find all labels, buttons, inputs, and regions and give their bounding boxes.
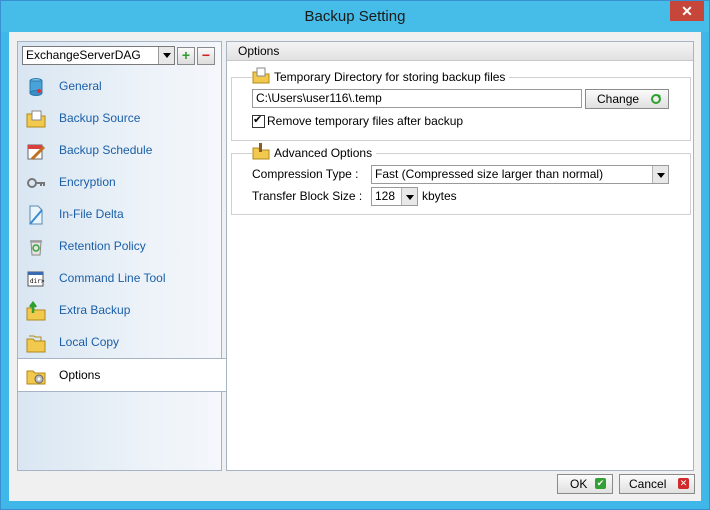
compression-type-select[interactable]: Fast (Compressed size larger than normal… xyxy=(371,165,669,184)
nav-item-local-copy[interactable]: Local Copy xyxy=(18,326,221,358)
panel-header: Options xyxy=(227,42,693,61)
nav-label: Extra Backup xyxy=(59,303,131,317)
temp-directory-title: Temporary Directory for storing backup f… xyxy=(274,70,506,84)
advanced-options-group: Advanced Options Compression Type : Fast… xyxy=(231,143,691,215)
nav-item-retention-policy[interactable]: Retention Policy xyxy=(18,230,221,262)
chevron-down-icon[interactable] xyxy=(158,47,174,64)
nav-item-backup-source[interactable]: Backup Source xyxy=(18,102,221,134)
transfer-block-size-value: 128 xyxy=(375,189,396,203)
change-directory-button[interactable]: Change xyxy=(585,89,669,109)
close-icon: ✕ xyxy=(678,478,689,489)
recycle-bin-icon xyxy=(30,240,42,256)
temp-directory-group: Temporary Directory for storing backup f… xyxy=(231,67,691,141)
temp-directory-title-wrap: Temporary Directory for storing backup f… xyxy=(252,67,510,84)
settings-nav-panel: ExchangeServerDAG + − General Backup Sou… xyxy=(17,41,227,471)
advanced-options-title: Advanced Options xyxy=(274,146,373,160)
compression-type-value: Fast (Compressed size larger than normal… xyxy=(375,167,604,181)
cancel-button[interactable]: Cancel ✕ xyxy=(619,474,695,494)
key-icon xyxy=(27,178,45,188)
refresh-icon xyxy=(651,94,661,104)
nav-item-command-line-tool[interactable]: dir> Command Line Tool xyxy=(18,262,221,294)
folder-open-icon xyxy=(252,67,270,84)
add-backup-set-button[interactable]: + xyxy=(177,47,195,65)
panel-title: Options xyxy=(238,44,280,58)
chevron-down-icon[interactable] xyxy=(401,188,417,205)
close-button[interactable]: ✕ xyxy=(670,1,704,21)
window-title: Backup Setting xyxy=(304,8,406,25)
temp-directory-path: C:\Users\user116\.temp xyxy=(256,91,382,105)
nav-item-general[interactable]: General xyxy=(18,70,221,102)
ok-button-label: OK xyxy=(570,477,588,491)
nav-label: In-File Delta xyxy=(59,207,124,221)
schedule-icon xyxy=(27,144,46,161)
nav-label: Command Line Tool xyxy=(59,271,166,285)
change-button-label: Change xyxy=(597,92,640,106)
cancel-button-label: Cancel xyxy=(629,477,667,491)
check-icon: ✔ xyxy=(595,478,606,489)
backup-set-value: ExchangeServerDAG xyxy=(26,48,141,62)
nav-label: Local Copy xyxy=(59,335,120,349)
folder-icon xyxy=(26,110,46,128)
temp-directory-input[interactable]: C:\Users\user116\.temp xyxy=(252,89,582,108)
nav-label: Encryption xyxy=(59,175,116,189)
nav-label: Backup Schedule xyxy=(59,143,153,157)
options-panel: Options Temporary Directory for storing … xyxy=(226,41,694,471)
title-bar: Backup Setting ✕ xyxy=(1,1,709,32)
nav-label: Backup Source xyxy=(59,111,141,125)
nav-item-encryption[interactable]: Encryption xyxy=(18,166,221,198)
compression-type-label: Compression Type : xyxy=(252,167,359,181)
transfer-block-size-label: Transfer Block Size : xyxy=(252,189,363,203)
gear-folder-icon xyxy=(26,370,46,385)
nav-label: Retention Policy xyxy=(59,239,146,253)
nav-item-options[interactable]: Options xyxy=(18,358,227,392)
backup-set-select[interactable]: ExchangeServerDAG xyxy=(22,46,175,65)
remove-temp-files-checkbox[interactable] xyxy=(252,113,265,128)
dialog-body: ExchangeServerDAG + − General Backup Sou… xyxy=(9,32,701,501)
svg-text:dir>: dir> xyxy=(30,278,45,285)
folder-copy-icon xyxy=(26,335,46,353)
nav-item-extra-backup[interactable]: Extra Backup xyxy=(18,294,221,326)
nav-item-backup-schedule[interactable]: Backup Schedule xyxy=(18,134,221,166)
backup-setting-window: Backup Setting ✕ ExchangeServerDAG + − G… xyxy=(0,0,710,510)
transfer-block-size-select[interactable]: 128 xyxy=(371,187,418,206)
ok-button[interactable]: OK ✔ xyxy=(557,474,613,494)
nav-label: Options xyxy=(59,368,101,382)
block-size-unit: kbytes xyxy=(422,189,457,203)
nav-item-in-file-delta[interactable]: In-File Delta xyxy=(18,198,221,230)
nav-label: General xyxy=(59,79,102,93)
advanced-options-title-wrap: Advanced Options xyxy=(252,143,377,160)
folder-arrow-icon xyxy=(26,301,46,321)
chevron-down-icon[interactable] xyxy=(652,166,668,183)
remove-backup-set-button[interactable]: − xyxy=(197,47,215,65)
remove-temp-files-label: Remove temporary files after backup xyxy=(267,114,464,128)
database-icon xyxy=(29,78,43,96)
folder-gear-icon xyxy=(252,143,270,160)
document-icon xyxy=(29,205,43,225)
command-prompt-icon: dir> xyxy=(27,271,45,287)
